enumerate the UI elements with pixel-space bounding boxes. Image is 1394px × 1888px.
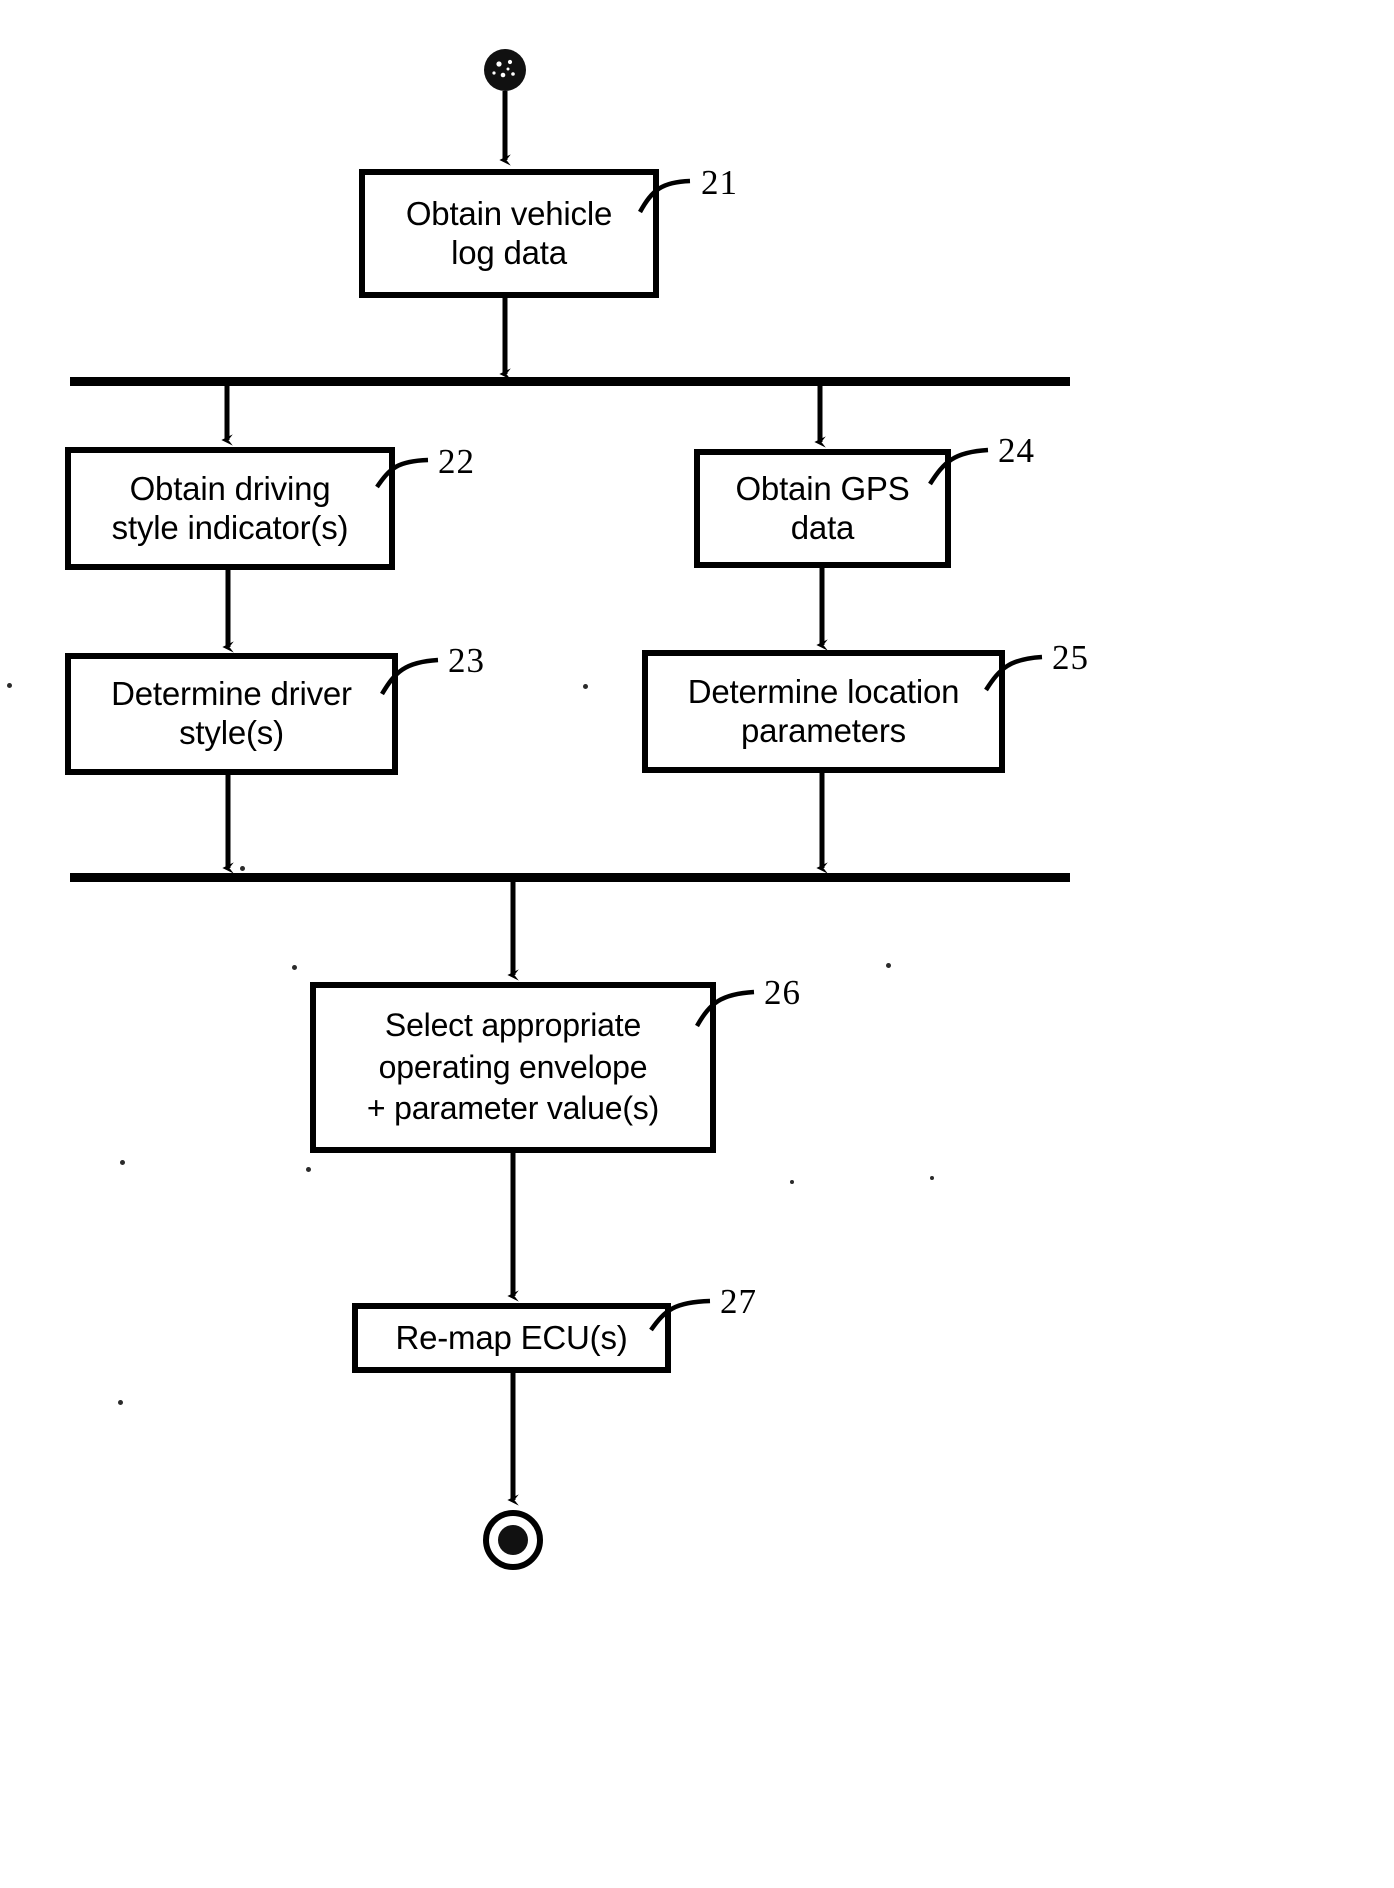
process-box-26 — [310, 982, 716, 1153]
scan-speckle — [790, 1180, 794, 1184]
end-node — [483, 1510, 543, 1570]
scan-speckle — [292, 965, 297, 970]
process-box-25 — [642, 650, 1005, 773]
scan-speckle — [7, 683, 12, 688]
process-box-21 — [359, 169, 659, 298]
scan-speckle — [306, 1167, 311, 1172]
start-node — [484, 49, 526, 91]
scan-speckle — [886, 963, 891, 968]
scan-speckle — [240, 866, 245, 871]
process-box-27 — [352, 1303, 671, 1373]
fork-bar — [70, 377, 1070, 386]
process-box-24 — [694, 449, 951, 568]
flowchart-canvas — [65, 49, 1070, 1570]
process-box-23 — [65, 653, 398, 775]
scan-speckle — [930, 1176, 934, 1180]
scan-speckle — [120, 1160, 125, 1165]
scan-speckle — [583, 684, 588, 689]
figure-page: Obtain vehicle log data Obtain driving s… — [0, 0, 1394, 1888]
scan-speckle — [118, 1400, 123, 1405]
join-bar — [70, 873, 1070, 882]
process-box-22 — [65, 447, 395, 570]
